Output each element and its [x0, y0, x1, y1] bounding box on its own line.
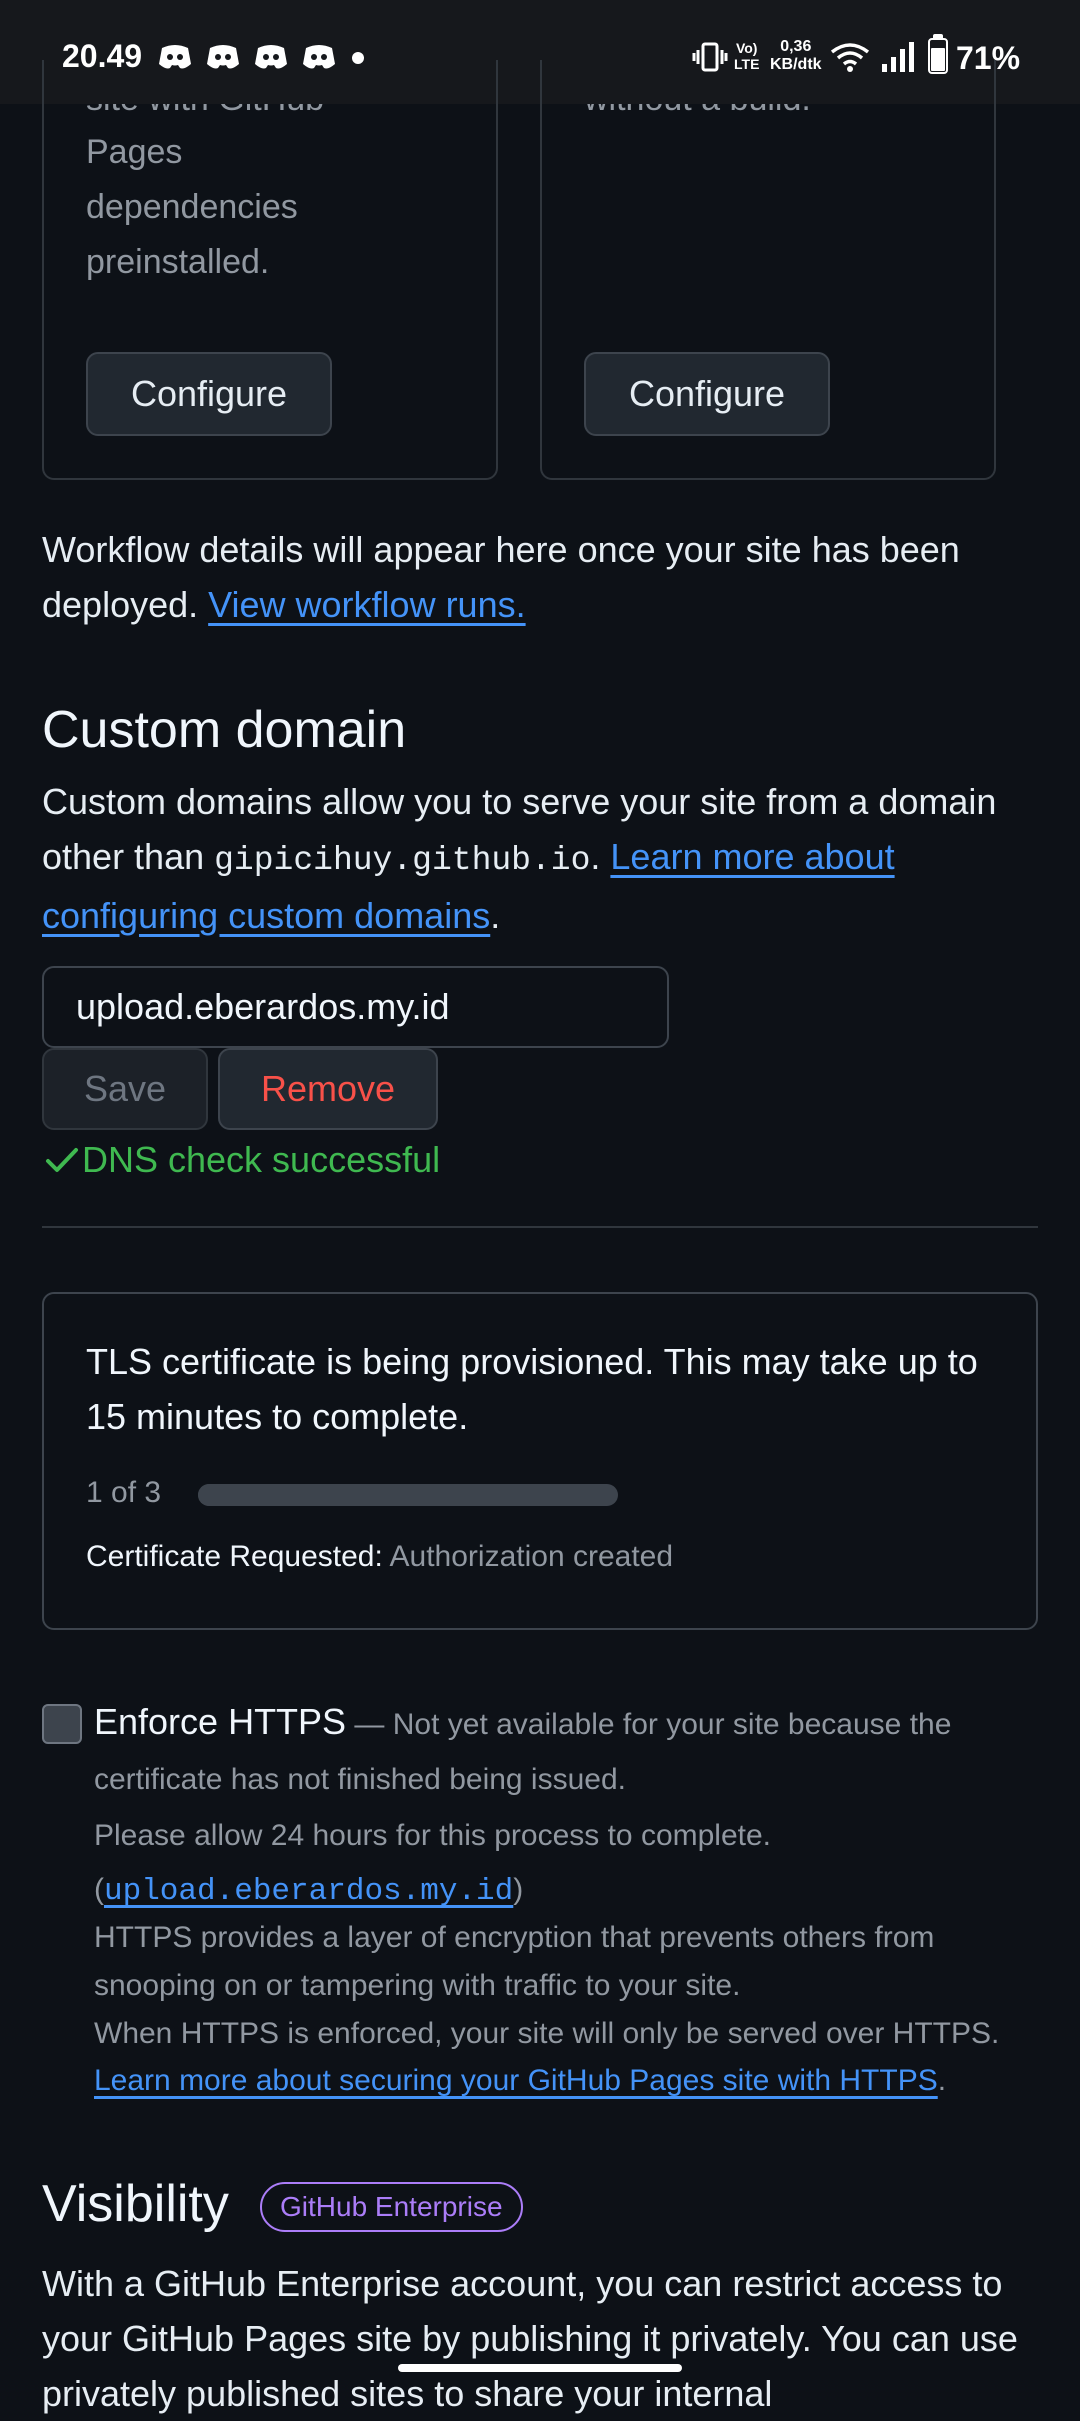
tls-message: TLS certificate is being provisioned. Th…	[86, 1341, 978, 1437]
network-speed-value: 0,36	[780, 38, 812, 55]
learn-https-link[interactable]: Learn more about securing your GitHub Pa…	[94, 2064, 938, 2097]
learn-custom-domains-link[interactable]: Learn more about	[610, 836, 894, 877]
custom-domain-desc-line: other than gipicihuy.github.io. Learn mo…	[42, 829, 1052, 888]
tls-step-count: 1 of 3	[86, 1476, 162, 1509]
view-workflow-runs-link[interactable]: View workflow runs.	[208, 584, 525, 625]
workflow-details-text: Workflow details will appear here once y…	[42, 522, 1038, 632]
dns-check-status: DNS check successful	[42, 1136, 440, 1184]
visibility-title: Visibility	[42, 2175, 229, 2233]
custom-domain-description: Custom domains allow you to serve your s…	[42, 774, 1052, 943]
tls-progress-bar	[198, 1484, 618, 1506]
period: .	[937, 2064, 947, 2097]
custom-domain-input[interactable]: upload.eberardos.my.id	[42, 966, 669, 1048]
custom-domain-title: Custom domain	[42, 701, 407, 759]
configure-button-jekyll[interactable]: Configure	[86, 352, 332, 436]
volte-top: Vo)	[735, 40, 758, 56]
card-description-line: dependencies	[86, 188, 298, 226]
card-description-line: preinstalled.	[86, 243, 270, 281]
custom-domain-desc-line: Custom domains allow you to serve your s…	[42, 781, 997, 822]
configure-button-static[interactable]: Configure	[584, 352, 830, 436]
https-enforced-note: When HTTPS is enforced, your site will o…	[94, 2017, 1000, 2050]
certificate-requested-row: Certificate Requested: Authorization cre…	[86, 1540, 673, 1574]
https-allow-note: Please allow 24 hours for this process t…	[94, 1819, 772, 1852]
dns-status-text: DNS check successful	[82, 1139, 441, 1180]
card-description-line: Pages	[86, 133, 183, 171]
enforce-https-block: Enforce HTTPS — Not yet available for yo…	[94, 1694, 1044, 1807]
https-description: HTTPS provides a layer of encryption tha…	[94, 1921, 935, 2002]
visibility-description: With a GitHub Enterprise account, you ca…	[42, 2263, 1018, 2414]
desc-period: .	[490, 895, 501, 936]
paren: (	[94, 1873, 104, 1906]
save-button[interactable]: Save	[42, 1048, 208, 1130]
https-domain-row: (upload.eberardos.my.id)	[94, 1862, 523, 1919]
certificate-requested-value: Authorization created	[389, 1540, 674, 1573]
enforce-https-checkbox[interactable]	[42, 1704, 82, 1744]
desc-suffix: .	[590, 836, 611, 877]
learn-custom-domains-link[interactable]: configuring custom domains	[42, 895, 490, 936]
check-icon	[46, 1148, 78, 1172]
https-domain-link[interactable]: upload.eberardos.my.id	[104, 1874, 513, 1909]
card-description: Pages dependencies preinstalled.	[86, 125, 298, 290]
tls-status-box: TLS certificate is being provisioned. Th…	[42, 1292, 1038, 1630]
desc-prefix: other than	[42, 836, 215, 877]
github-enterprise-badge: GitHub Enterprise	[260, 2182, 523, 2232]
paren: )	[513, 1873, 524, 1906]
section-divider	[42, 1226, 1038, 1228]
tls-progress-fill	[198, 1484, 337, 1506]
gesture-navigation-bar[interactable]	[398, 2364, 682, 2372]
default-domain-code: gipicihuy.github.io	[214, 842, 591, 879]
enforce-https-label: Enforce HTTPS	[94, 1701, 347, 1742]
https-learn-row: Learn more about securing your GitHub Pa…	[94, 2057, 1064, 2105]
certificate-requested-label: Certificate Requested:	[86, 1540, 383, 1573]
custom-domain-desc-line: configuring custom domains.	[42, 888, 1052, 943]
remove-button[interactable]: Remove	[218, 1048, 438, 1130]
